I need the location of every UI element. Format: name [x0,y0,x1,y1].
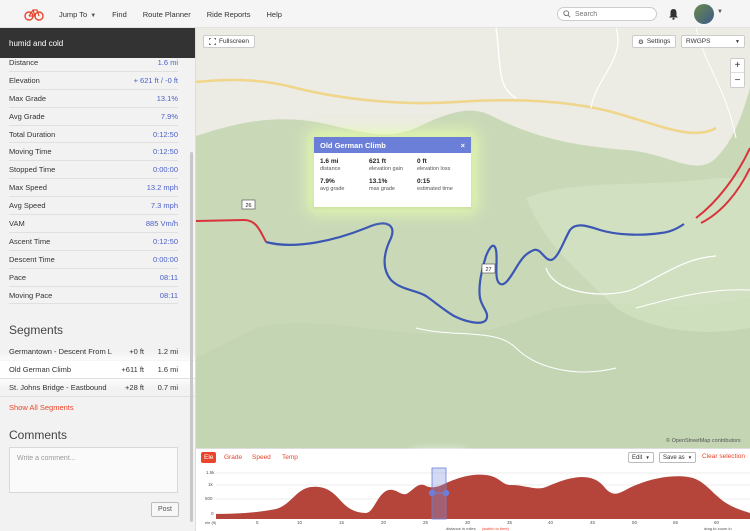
nav-help[interactable]: Help [267,10,282,19]
zoom-control: + − [730,58,745,88]
svg-text:26: 26 [245,203,251,209]
stat-moving-time: Moving Time 0:12:50 [9,143,178,162]
stat-pace: Pace 08:11 [9,269,178,287]
y-tick: 1.5k [206,470,215,475]
popup-header: Old German Climb × [314,137,471,153]
x-tick: 25 [423,520,429,525]
road-shield-27: 27 [481,263,496,274]
post-button[interactable]: Post [151,502,179,517]
elevation-panel: Ele Grade Speed Temp Edit ▼ Save as ▼ Clea… [196,448,750,531]
map-attribution[interactable]: © OpenStreetMap contributors [666,438,741,444]
settings-button[interactable]: ⚙ Settings [632,35,677,48]
close-icon[interactable]: × [461,141,465,150]
popup-stat: 0 ft elevation loss [417,158,451,172]
x-tick: 35 [507,520,513,525]
x-tick: 10 [297,520,303,525]
popup-stat: 13.1% max grade [369,178,395,192]
x-tick: 50 [632,520,638,525]
stat-total-duration: Total Duration 0:12:50 [9,126,178,144]
switch-to-time-link: (switch to time) [482,526,510,531]
stat-vam: VAM 885 Vm/h [9,215,178,233]
y-tick: 1k [208,482,214,487]
chevron-down-icon: ▼ [687,455,693,460]
gear-icon: ⚙ [638,38,644,46]
tab-grade[interactable]: Grade [221,452,245,463]
stat-ascent-time: Ascent Time 0:12:50 [9,233,178,251]
popup-stat: 7.9% avg grade [320,178,345,192]
zoom-in-button[interactable]: + [731,59,744,73]
x-tick: 60 [714,520,720,525]
y-tick: 500 [205,496,213,501]
segment-row[interactable]: St. Johns Bridge - Eastbound +28 ft 0.7 … [0,379,195,398]
chevron-down-icon: ▼ [645,455,650,460]
avatar[interactable] [694,4,714,24]
stat-distance: Distance 1.6 mi [9,54,178,72]
x-axis-caption: distance in miles [446,526,476,531]
x-tick: 55 [673,520,679,525]
x-tick: 45 [590,520,596,525]
popup-title: Old German Climb [320,140,386,150]
chevron-down-icon: ▼ [735,38,740,45]
comment-input[interactable]: Write a comment... [9,447,178,494]
segment-row[interactable]: Germantown - Descent From Leif ... +0 ft… [0,343,195,362]
y-tick: 0 [211,511,214,516]
nav-find[interactable]: Find [112,10,127,19]
stat-max-speed: Max Speed 13.2 mph [9,179,178,198]
bell-icon[interactable] [668,8,679,20]
search-input[interactable] [575,10,655,18]
x-tick: 5 [256,520,259,525]
elevation-chart[interactable]: 1.5k 1k 500 0 5 10 15 20 25 30 35 40 45 … [196,463,750,531]
tab-speed[interactable]: Speed [249,452,274,463]
edit-dropdown[interactable]: Edit ▼ [628,452,654,463]
map[interactable]: 26 27 Fullscreen ⚙ Settings RWGPS ▼ + − … [196,28,750,448]
zoom-out-button[interactable]: − [731,73,744,87]
tab-ele[interactable]: Ele [201,452,217,463]
popup-stat: 621 ft elevation gain [369,158,403,172]
stat-max-grade: Max Grade 13.1% [9,90,178,108]
y-axis-unit: ele (ft) [205,520,217,525]
ridewithgps-logo-icon[interactable] [24,7,44,21]
fullscreen-button[interactable]: Fullscreen [203,35,255,48]
tab-temp[interactable]: Temp [279,452,301,463]
search-icon [563,10,571,18]
sidebar: humid and cold Distance 1.6 mi Elevation +… [0,28,196,531]
stat-avg-speed: Avg Speed 7.3 mph [9,197,178,216]
nav-route-planner[interactable]: Route Planner [143,10,191,19]
road-shield-26: 26 [241,199,256,210]
map-type-select[interactable]: RWGPS ▼ [681,35,745,48]
segment-popup: Old German Climb × 1.6 mi distance 621 ft… [314,137,471,207]
show-all-segments-link[interactable]: Show All Segments [0,403,195,412]
expand-icon [209,38,216,45]
x-tick: 40 [548,520,554,525]
clear-selection-link[interactable]: Clear selection [702,453,745,460]
chevron-down-icon: ▼ [90,12,97,19]
stat-elevation: Elevation + 621 ft / -0 ft [9,72,178,90]
search-box[interactable] [557,7,657,21]
x-tick: 15 [339,520,345,525]
stat-moving-pace: Moving Pace 08:11 [9,287,178,305]
popup-stat: 1.6 mi distance [320,158,341,172]
svg-text:27: 27 [485,267,491,273]
comments-heading: Comments [9,428,68,443]
x-tick: 20 [381,520,387,525]
sidebar-scrollbar[interactable] [190,152,193,522]
stat-stopped-time: Stopped Time 0:00:00 [9,161,178,180]
stat-descent-time: Descent Time 0:00:00 [9,251,178,269]
zoom-hint: drag to zoom in [704,526,732,531]
x-tick: 30 [465,520,471,525]
route-stats: Distance 1.6 mi Elevation + 621 ft / -0 ft… [0,54,195,305]
segments-heading: Segments [9,323,64,338]
nav-jump-to[interactable]: Jump To ▼ [59,10,96,19]
top-nav: Jump To ▼ Find Route Planner Ride Reports… [0,0,750,28]
segment-row-selected[interactable]: Old German Climb +611 ft 1.6 mi [0,361,195,380]
save-as-dropdown[interactable]: Save as ▼ [659,452,697,463]
stat-avg-grade: Avg Grade 7.9% [9,108,178,126]
popup-stat: 0:15 estimated time [417,178,453,192]
nav-ride-reports[interactable]: Ride Reports [207,10,251,19]
chevron-down-icon[interactable]: ▼ [717,9,723,15]
map-canvas[interactable]: 26 27 [196,28,750,448]
